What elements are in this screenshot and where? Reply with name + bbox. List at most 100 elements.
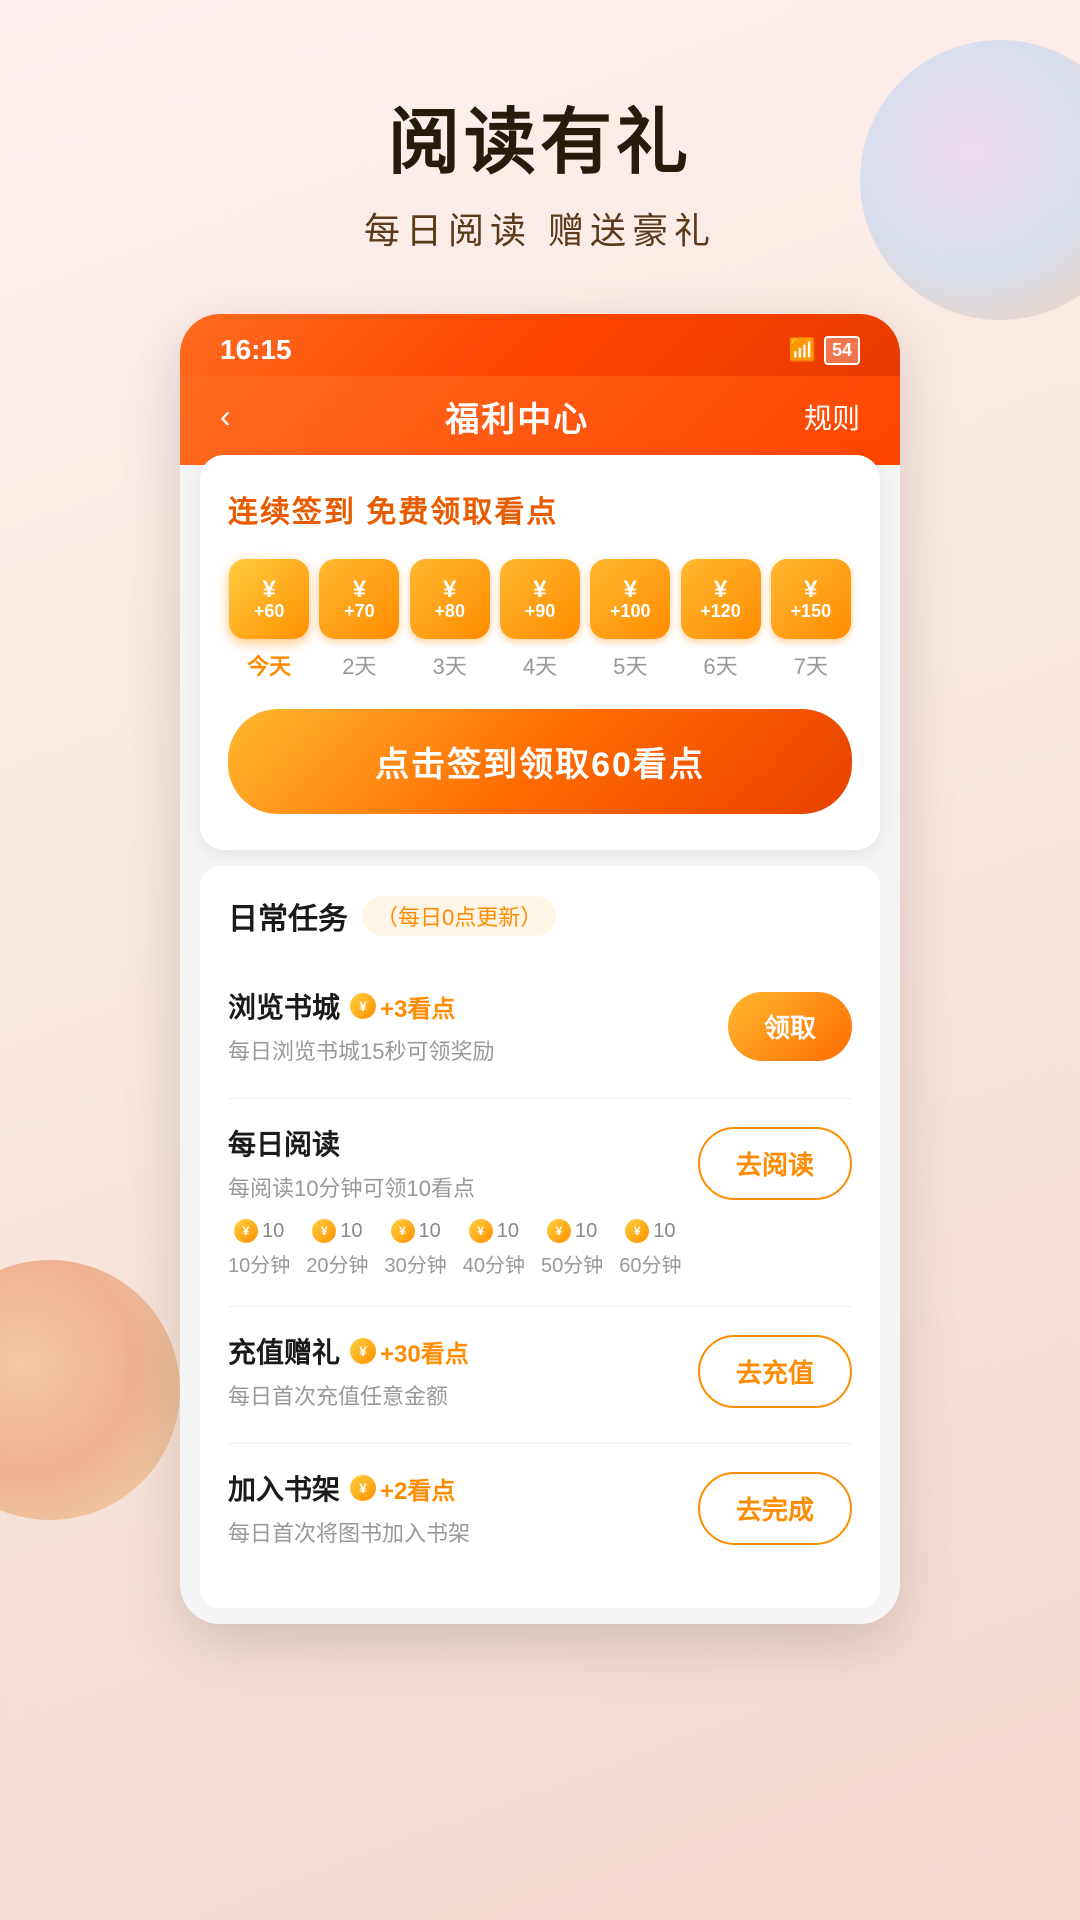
task-item: 每日阅读 每阅读10分钟可领10看点 去阅读 ¥ 10 10分钟 [228, 1099, 852, 1307]
nav-bar: ‹ 福利中心 规则 [180, 376, 900, 465]
task-action-button[interactable]: 去阅读 [698, 1127, 852, 1200]
progress-coin: ¥ 10 [312, 1219, 362, 1243]
task-name: 每日阅读 [228, 1123, 340, 1163]
day-item[interactable]: ¥ +120 6天 [679, 559, 761, 681]
task-desc: 每日首次将图书加入书架 [228, 1521, 470, 1546]
day-label: 2天 [342, 649, 376, 681]
task-info: 充值赠礼 ¥ +30看点 每日首次充值任意金额 [228, 1331, 698, 1411]
coin-amount: +150 [791, 602, 832, 620]
task-name: 充值赠礼 [228, 1331, 340, 1371]
coin-amount: +100 [610, 602, 651, 620]
section-header: 日常任务 （每日0点更新） [228, 894, 852, 938]
day-item[interactable]: ¥ +150 7天 [770, 559, 852, 681]
task-reward: ¥ +2看点 [350, 1471, 455, 1506]
day-item[interactable]: ¥ +80 3天 [409, 559, 491, 681]
wifi-icon: 📶 [789, 337, 816, 363]
task-row: 充值赠礼 ¥ +30看点 每日首次充值任意金额 去充值 [228, 1331, 852, 1411]
nav-rules-button[interactable]: 规则 [804, 397, 860, 437]
progress-item: ¥ 10 50分钟 [541, 1219, 603, 1278]
phone-inner: 16:15 📶 54 ‹ 福利中心 规则 连续签到 免费领取看点 ¥ +60 今… [180, 314, 900, 1624]
progress-amount: 10 [653, 1220, 675, 1243]
yen-symbol: ¥ [353, 578, 366, 602]
coin-amount: +70 [344, 602, 375, 620]
status-time: 16:15 [220, 334, 292, 366]
day-label: 3天 [433, 649, 467, 681]
coin-amount: +90 [525, 602, 556, 620]
task-row: 每日阅读 每阅读10分钟可领10看点 去阅读 [228, 1123, 852, 1203]
task-name-row: 加入书架 ¥ +2看点 [228, 1468, 698, 1508]
day-coin: ¥ +90 [500, 559, 580, 639]
progress-item: ¥ 10 30分钟 [385, 1219, 447, 1278]
coin-icon-sm: ¥ [350, 1475, 376, 1501]
hero-title: 阅读有礼 [60, 100, 1020, 186]
reward-text: +2看点 [380, 1471, 455, 1506]
progress-item: ¥ 10 40分钟 [463, 1219, 525, 1278]
task-item: 充值赠礼 ¥ +30看点 每日首次充值任意金额 去充值 [228, 1307, 852, 1444]
progress-amount: 10 [340, 1220, 362, 1243]
coin-amount: +60 [254, 602, 285, 620]
section-title: 日常任务 [228, 894, 348, 938]
day-item[interactable]: ¥ +70 2天 [318, 559, 400, 681]
hero-subtitle: 每日阅读 赠送豪礼 [60, 202, 1020, 254]
day-item[interactable]: ¥ +60 今天 [228, 559, 310, 681]
progress-time: 50分钟 [541, 1249, 603, 1278]
bg-sphere-bottom-left [0, 1260, 180, 1520]
task-name: 加入书架 [228, 1468, 340, 1508]
progress-amount: 10 [575, 1220, 597, 1243]
day-coin: ¥ +80 [410, 559, 490, 639]
battery-indicator: 54 [824, 336, 860, 365]
task-row: 浏览书城 ¥ +3看点 每日浏览书城15秒可领奖励 领取 [228, 986, 852, 1066]
day-item[interactable]: ¥ +100 5天 [589, 559, 671, 681]
task-name-row: 充值赠礼 ¥ +30看点 [228, 1331, 698, 1371]
tasks-list: 浏览书城 ¥ +3看点 每日浏览书城15秒可领奖励 领取 每日阅读 每阅读10分… [228, 962, 852, 1580]
yen-symbol: ¥ [714, 578, 727, 602]
yen-symbol: ¥ [804, 578, 817, 602]
task-item: 加入书架 ¥ +2看点 每日首次将图书加入书架 去完成 [228, 1444, 852, 1580]
progress-coin: ¥ 10 [469, 1219, 519, 1243]
task-row: 加入书架 ¥ +2看点 每日首次将图书加入书架 去完成 [228, 1468, 852, 1548]
coin-icon: ¥ [312, 1219, 336, 1243]
reward-text: +3看点 [380, 989, 455, 1024]
coin-icon: ¥ [469, 1219, 493, 1243]
task-action-button[interactable]: 去充值 [698, 1335, 852, 1408]
task-info: 加入书架 ¥ +2看点 每日首次将图书加入书架 [228, 1468, 698, 1548]
yen-symbol: ¥ [533, 578, 546, 602]
task-name-row: 浏览书城 ¥ +3看点 [228, 986, 728, 1026]
coin-icon: ¥ [391, 1219, 415, 1243]
task-info: 浏览书城 ¥ +3看点 每日浏览书城15秒可领奖励 [228, 986, 728, 1066]
task-desc: 每日浏览书城15秒可领奖励 [228, 1039, 494, 1064]
task-reward: ¥ +30看点 [350, 1334, 469, 1369]
section-badge: （每日0点更新） [362, 896, 556, 936]
status-bar: 16:15 📶 54 [180, 314, 900, 376]
coin-icon-sm: ¥ [350, 993, 376, 1019]
coin-icon-sm: ¥ [350, 1338, 376, 1364]
task-action-button[interactable]: 领取 [728, 992, 852, 1061]
progress-time: 10分钟 [228, 1249, 290, 1278]
day-coin: ¥ +100 [590, 559, 670, 639]
task-name-row: 每日阅读 [228, 1123, 698, 1163]
coin-amount: +80 [434, 602, 465, 620]
coin-icon: ¥ [234, 1219, 258, 1243]
day-item[interactable]: ¥ +90 4天 [499, 559, 581, 681]
progress-time: 20分钟 [306, 1249, 368, 1278]
signin-title: 连续签到 免费领取看点 [228, 487, 852, 531]
progress-time: 60分钟 [619, 1249, 681, 1278]
signin-card: 连续签到 免费领取看点 ¥ +60 今天 ¥ +70 2天 ¥ +80 3天 ¥… [200, 455, 880, 850]
progress-amount: 10 [497, 1220, 519, 1243]
day-label: 4天 [523, 649, 557, 681]
progress-item: ¥ 10 20分钟 [306, 1219, 368, 1278]
progress-amount: 10 [419, 1220, 441, 1243]
nav-back-button[interactable]: ‹ [220, 398, 231, 435]
day-label: 6天 [703, 649, 737, 681]
day-label: 7天 [794, 649, 828, 681]
day-label: 5天 [613, 649, 647, 681]
yen-symbol: ¥ [443, 578, 456, 602]
signin-button[interactable]: 点击签到领取60看点 [228, 709, 852, 814]
progress-coin: ¥ 10 [391, 1219, 441, 1243]
task-action-button[interactable]: 去完成 [698, 1472, 852, 1545]
day-coin: ¥ +120 [681, 559, 761, 639]
task-desc: 每日首次充值任意金额 [228, 1384, 448, 1409]
progress-coin: ¥ 10 [625, 1219, 675, 1243]
phone-container: 16:15 📶 54 ‹ 福利中心 规则 连续签到 免费领取看点 ¥ +60 今… [180, 314, 900, 1624]
yen-symbol: ¥ [262, 578, 275, 602]
